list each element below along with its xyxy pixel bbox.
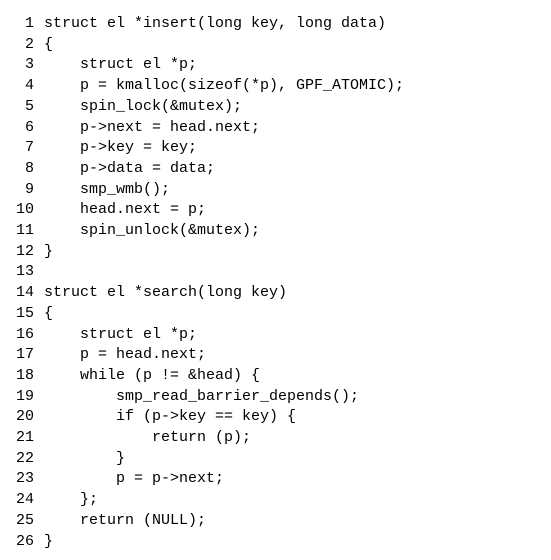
line-code: struct el *p; (44, 325, 551, 346)
code-line: 2{ (0, 35, 551, 56)
line-code: p->next = head.next; (44, 118, 551, 139)
code-line: 12} (0, 242, 551, 263)
line-number: 16 (0, 325, 44, 346)
code-line: 1struct el *insert(long key, long data) (0, 14, 551, 35)
line-number: 18 (0, 366, 44, 387)
code-line: 21 return (p); (0, 428, 551, 449)
line-number: 15 (0, 304, 44, 325)
line-code: struct el *p; (44, 55, 551, 76)
line-code: smp_read_barrier_depends(); (44, 387, 551, 408)
line-number: 13 (0, 262, 44, 283)
code-line: 6 p->next = head.next; (0, 118, 551, 139)
line-code: { (44, 35, 551, 56)
line-code: spin_unlock(&mutex); (44, 221, 551, 242)
code-line: 23 p = p->next; (0, 469, 551, 490)
code-line: 24 }; (0, 490, 551, 511)
code-line: 11 spin_unlock(&mutex); (0, 221, 551, 242)
line-number: 19 (0, 387, 44, 408)
line-number: 22 (0, 449, 44, 470)
code-line: 4 p = kmalloc(sizeof(*p), GPF_ATOMIC); (0, 76, 551, 97)
line-number: 8 (0, 159, 44, 180)
line-code: smp_wmb(); (44, 180, 551, 201)
line-number: 12 (0, 242, 44, 263)
line-number: 25 (0, 511, 44, 532)
line-number: 17 (0, 345, 44, 366)
code-line: 22 } (0, 449, 551, 470)
line-number: 10 (0, 200, 44, 221)
code-line: 19 smp_read_barrier_depends(); (0, 387, 551, 408)
line-code: }; (44, 490, 551, 511)
code-line: 5 spin_lock(&mutex); (0, 97, 551, 118)
code-line: 17 p = head.next; (0, 345, 551, 366)
code-line: 26} (0, 532, 551, 553)
code-line: 18 while (p != &head) { (0, 366, 551, 387)
line-code: } (44, 242, 551, 263)
line-number: 7 (0, 138, 44, 159)
line-code: spin_lock(&mutex); (44, 97, 551, 118)
line-number: 4 (0, 76, 44, 97)
line-code: p = head.next; (44, 345, 551, 366)
line-number: 21 (0, 428, 44, 449)
code-line: 20 if (p->key == key) { (0, 407, 551, 428)
code-line: 3 struct el *p; (0, 55, 551, 76)
line-code: p = kmalloc(sizeof(*p), GPF_ATOMIC); (44, 76, 551, 97)
line-code: while (p != &head) { (44, 366, 551, 387)
line-number: 6 (0, 118, 44, 139)
line-code: } (44, 449, 551, 470)
line-number: 2 (0, 35, 44, 56)
line-code (44, 262, 551, 283)
line-number: 5 (0, 97, 44, 118)
line-code: return (NULL); (44, 511, 551, 532)
code-line: 13 (0, 262, 551, 283)
line-code: p->data = data; (44, 159, 551, 180)
line-number: 1 (0, 14, 44, 35)
line-number: 20 (0, 407, 44, 428)
line-code: struct el *search(long key) (44, 283, 551, 304)
code-line: 15{ (0, 304, 551, 325)
code-line: 8 p->data = data; (0, 159, 551, 180)
code-line: 16 struct el *p; (0, 325, 551, 346)
line-number: 9 (0, 180, 44, 201)
line-code: p->key = key; (44, 138, 551, 159)
line-code: if (p->key == key) { (44, 407, 551, 428)
code-line: 10 head.next = p; (0, 200, 551, 221)
line-number: 11 (0, 221, 44, 242)
line-code: p = p->next; (44, 469, 551, 490)
line-code: return (p); (44, 428, 551, 449)
code-line: 9 smp_wmb(); (0, 180, 551, 201)
line-number: 14 (0, 283, 44, 304)
line-code: head.next = p; (44, 200, 551, 221)
line-number: 26 (0, 532, 44, 553)
code-listing: 1struct el *insert(long key, long data)2… (0, 0, 551, 560)
line-code: { (44, 304, 551, 325)
line-number: 3 (0, 55, 44, 76)
code-line: 25 return (NULL); (0, 511, 551, 532)
code-line: 7 p->key = key; (0, 138, 551, 159)
code-line: 14struct el *search(long key) (0, 283, 551, 304)
line-number: 23 (0, 469, 44, 490)
line-code: } (44, 532, 551, 553)
line-code: struct el *insert(long key, long data) (44, 14, 551, 35)
line-number: 24 (0, 490, 44, 511)
